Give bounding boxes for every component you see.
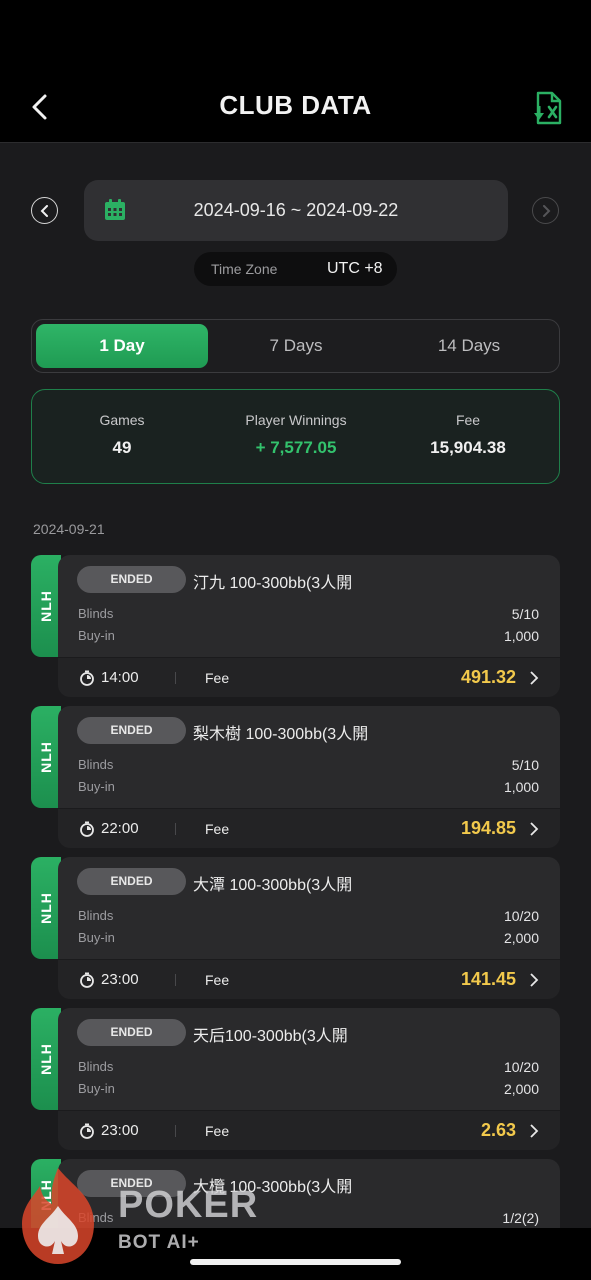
timezone-label: Time Zone: [211, 261, 278, 277]
blinds-value: 10/20: [503, 1059, 539, 1075]
date-range-text: 2024-09-16 ~ 2024-09-22: [193, 200, 399, 220]
divider: [175, 672, 176, 684]
chevron-right-circle-icon: [542, 204, 550, 217]
buyin-value: 2,000: [503, 930, 539, 946]
game-card-footer: 23:00 Fee 2.63: [58, 1110, 560, 1150]
blinds-label: Blinds: [78, 908, 114, 923]
status-badge: ENDED: [77, 566, 186, 593]
chevron-right-icon[interactable]: [528, 1124, 540, 1138]
games-label: Games: [99, 412, 145, 428]
card-fee-label: Fee: [205, 972, 230, 988]
divider: [175, 823, 176, 835]
game-type-tag: NLH: [31, 1008, 61, 1110]
buyin-value: 1,000: [503, 779, 539, 795]
divider: [175, 1125, 176, 1137]
game-card-body: ENDED 梨木樹 100-300bb(3人開 Blinds 5/10 Buy-…: [58, 706, 560, 808]
section-date: 2024-09-21: [33, 521, 105, 537]
blinds-label: Blinds: [78, 606, 114, 621]
watermark-line1: POKER: [118, 1184, 259, 1226]
winnings-value: + 7,577.05: [255, 438, 337, 457]
app-header: CLUB DATA: [0, 0, 591, 143]
excel-download-icon: [534, 91, 562, 125]
games-value: 49: [112, 438, 132, 457]
buyin-label: Buy-in: [78, 930, 115, 945]
timezone-value: UTC +8: [327, 260, 383, 277]
blinds-value: 5/10: [511, 606, 539, 622]
tab-14-days[interactable]: 14 Days: [383, 324, 555, 368]
fee-label: Fee: [455, 412, 481, 428]
game-type-tag: NLH: [31, 857, 61, 959]
page-title: CLUB DATA: [219, 90, 372, 120]
card-fee-value: 141.45: [460, 969, 516, 989]
status-badge: ENDED: [77, 1019, 186, 1046]
game-card[interactable]: NLH ENDED 梨木樹 100-300bb(3人開 Blinds 5/10 …: [31, 706, 560, 848]
game-card[interactable]: NLH ENDED 大潭 100-300bb(3人開 Blinds 10/20 …: [31, 857, 560, 999]
blinds-label: Blinds: [78, 757, 114, 772]
game-card-footer: 14:00 Fee 491.32: [58, 657, 560, 697]
card-fee-value: 2.63: [480, 1120, 516, 1140]
game-card-body: ENDED 汀九 100-300bb(3人開 Blinds 5/10 Buy-i…: [58, 555, 560, 657]
card-fee-label: Fee: [205, 1123, 230, 1139]
start-time: 14:00: [101, 669, 139, 686]
game-name: 汀九 100-300bb(3人開: [193, 575, 353, 592]
blinds-value: 5/10: [511, 757, 539, 773]
summary-panel: Games 49 Player Winnings + 7,577.05 Fee …: [31, 389, 560, 484]
period-tabs: 1 Day 7 Days 14 Days: [31, 319, 560, 373]
game-name: 大潭 100-300bb(3人開: [193, 877, 353, 894]
chevron-right-icon[interactable]: [528, 973, 540, 987]
timezone-selector[interactable]: Time Zone UTC +8: [194, 252, 397, 286]
start-time: 22:00: [101, 820, 139, 837]
buyin-label: Buy-in: [78, 628, 115, 643]
flame-spade-logo-icon: [22, 1168, 94, 1264]
fee-stat: Fee 15,904.38: [378, 412, 558, 458]
next-week-button[interactable]: [532, 197, 559, 224]
game-type-tag: NLH: [31, 555, 61, 657]
fee-value: 15,904.38: [430, 438, 506, 457]
date-range-picker[interactable]: 2024-09-16 ~ 2024-09-22: [84, 180, 508, 241]
chevron-right-icon[interactable]: [528, 822, 540, 836]
winnings-label: Player Winnings: [245, 412, 347, 428]
winnings-stat: Player Winnings + 7,577.05: [206, 412, 386, 458]
game-card[interactable]: NLH ENDED 天后100-300bb(3人開 Blinds 10/20 B…: [31, 1008, 560, 1150]
tab-1-day[interactable]: 1 Day: [36, 324, 208, 368]
buyin-label: Buy-in: [78, 1081, 115, 1096]
game-card-footer: 22:00 Fee 194.85: [58, 808, 560, 848]
card-fee-value: 194.85: [460, 818, 516, 838]
watermark-line2: BOT AI+: [118, 1232, 200, 1253]
chevron-left-circle-icon: [40, 204, 48, 217]
start-time: 23:00: [101, 1122, 139, 1139]
timer-icon: [80, 821, 94, 837]
divider: [175, 974, 176, 986]
blinds-value: 1/2(2): [502, 1210, 539, 1226]
timer-icon: [80, 1123, 94, 1139]
game-name: 梨木樹 100-300bb(3人開: [193, 726, 369, 743]
buyin-value: 1,000: [503, 628, 539, 644]
timer-icon: [80, 670, 94, 686]
watermark: POKER BOT AI+: [12, 1160, 272, 1270]
start-time: 23:00: [101, 971, 139, 988]
tab-7-days[interactable]: 7 Days: [210, 324, 382, 368]
card-fee-label: Fee: [205, 670, 230, 686]
card-fee-label: Fee: [205, 821, 230, 837]
timer-icon: [80, 972, 94, 988]
buyin-value: 2,000: [503, 1081, 539, 1097]
game-name: 天后100-300bb(3人開: [193, 1028, 348, 1045]
blinds-value: 10/20: [503, 908, 539, 924]
home-indicator[interactable]: [190, 1259, 401, 1265]
games-stat: Games 49: [32, 412, 212, 458]
game-card-footer: 23:00 Fee 141.45: [58, 959, 560, 999]
game-card[interactable]: NLH ENDED 汀九 100-300bb(3人開 Blinds 5/10 B…: [31, 555, 560, 697]
card-fee-value: 491.32: [460, 667, 516, 687]
status-badge: ENDED: [77, 717, 186, 744]
status-badge: ENDED: [77, 868, 186, 895]
buyin-label: Buy-in: [78, 779, 115, 794]
game-card-body: ENDED 大潭 100-300bb(3人開 Blinds 10/20 Buy-…: [58, 857, 560, 959]
game-card-body: ENDED 天后100-300bb(3人開 Blinds 10/20 Buy-i…: [58, 1008, 560, 1110]
export-excel-button[interactable]: [530, 90, 566, 126]
chevron-right-icon[interactable]: [528, 671, 540, 685]
game-type-tag: NLH: [31, 706, 61, 808]
prev-week-button[interactable]: [31, 197, 58, 224]
blinds-label: Blinds: [78, 1059, 114, 1074]
